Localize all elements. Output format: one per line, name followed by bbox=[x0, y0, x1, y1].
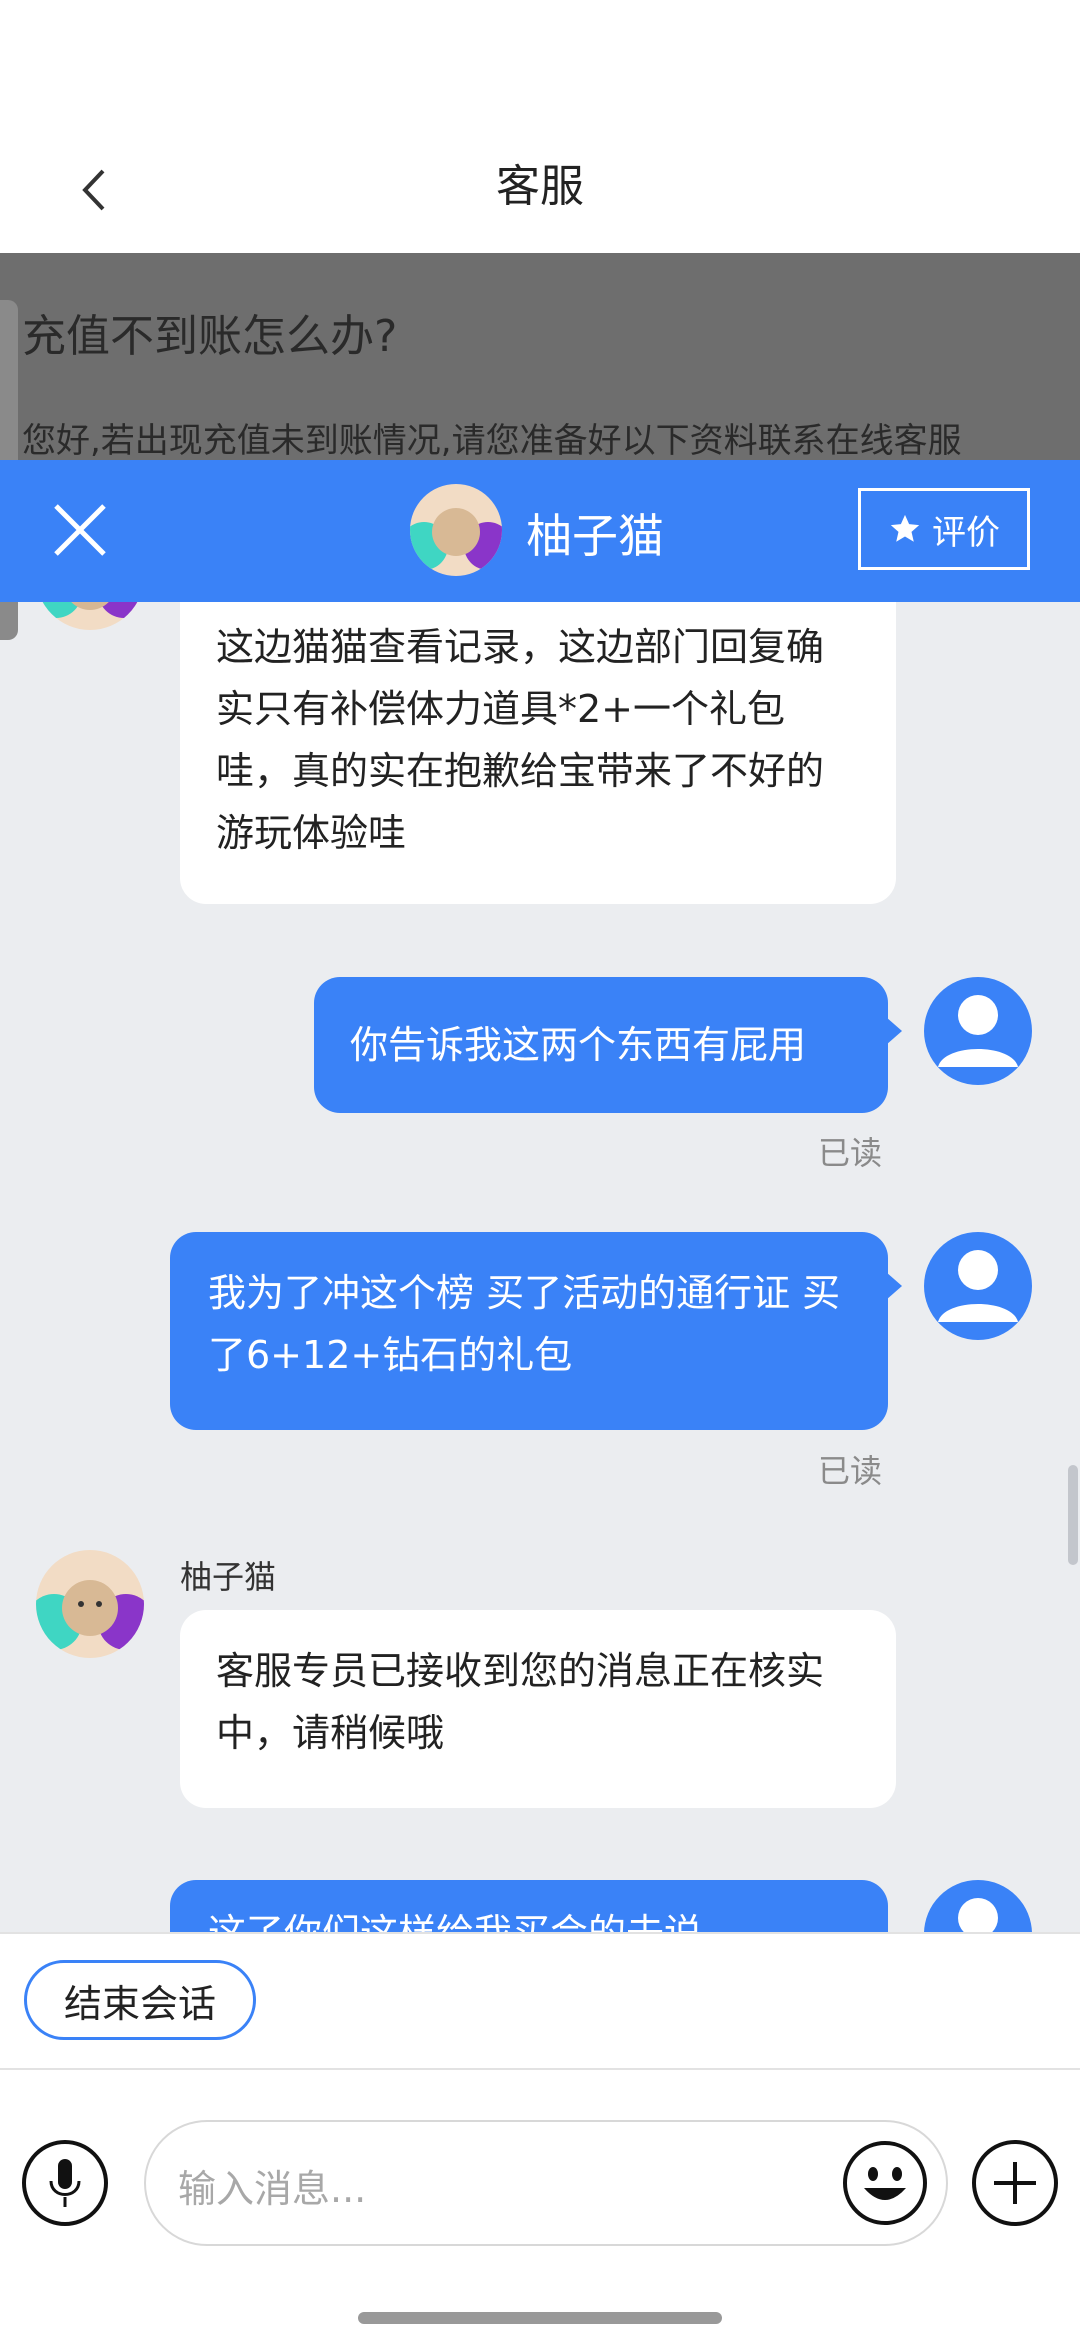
bubble-tail bbox=[886, 1272, 902, 1300]
user-avatar bbox=[924, 1880, 1032, 1932]
agent-avatar bbox=[36, 1550, 144, 1658]
microphone-icon bbox=[49, 2159, 81, 2207]
faq-answer: 您好,若出现充值未到账情况,请您准备好以下资料联系在线客服 bbox=[22, 421, 962, 461]
message-bubble-outgoing: 这了你们这样给我买会的去说 bbox=[170, 1880, 888, 1932]
page-title: 客服 bbox=[496, 161, 584, 212]
home-indicator[interactable] bbox=[358, 2312, 722, 2324]
sender-name: 柚子猫 bbox=[180, 1558, 277, 1596]
message-text: 我为了冲这个榜 买了活动的通行证 买了6+12+钻石的礼包 bbox=[208, 1271, 841, 1377]
rate-label: 评价 bbox=[932, 512, 1000, 553]
message-text: 这了你们这样给我买会的去说 bbox=[208, 1911, 702, 1932]
agent-header-avatar bbox=[410, 484, 502, 576]
close-button[interactable] bbox=[40, 490, 120, 570]
cat-avatar-icon bbox=[410, 484, 502, 576]
agent-name: 柚子猫 bbox=[526, 509, 664, 563]
chat-area: 这边猫猫查看记录，这边部门回复确实只有补偿体力道具*2+一个礼包哇，真的实在抱歉… bbox=[0, 602, 1080, 1932]
scrollbar-thumb[interactable] bbox=[1068, 1465, 1078, 1565]
message-bubble-incoming: 这边猫猫查看记录，这边部门回复确实只有补偿体力道具*2+一个礼包哇，真的实在抱歉… bbox=[180, 602, 896, 904]
more-button[interactable] bbox=[972, 2140, 1058, 2226]
cat-avatar-icon bbox=[36, 602, 144, 630]
message-text: 你告诉我这两个东西有屁用 bbox=[350, 1023, 807, 1067]
voice-button[interactable] bbox=[22, 2140, 108, 2226]
emoji-icon bbox=[843, 2141, 927, 2225]
rate-button[interactable]: 评价 bbox=[858, 488, 1030, 570]
app-header bbox=[0, 0, 1080, 253]
read-status: 已读 bbox=[818, 1134, 883, 1172]
user-avatar bbox=[924, 977, 1032, 1085]
end-session-button[interactable]: 结束会话 bbox=[24, 1960, 256, 2040]
agent-avatar bbox=[36, 602, 144, 630]
message-bubble-outgoing: 我为了冲这个榜 买了活动的通行证 买了6+12+钻石的礼包 bbox=[170, 1232, 888, 1430]
emoji-button[interactable] bbox=[842, 2140, 928, 2226]
message-bubble-outgoing: 你告诉我这两个东西有屁用 bbox=[314, 977, 888, 1113]
user-avatar bbox=[924, 1232, 1032, 1340]
message-text: 客服专员已接收到您的消息正在核实中，请稍候哦 bbox=[216, 1649, 825, 1755]
user-icon bbox=[938, 995, 1018, 1067]
user-icon bbox=[938, 1250, 1018, 1322]
user-icon bbox=[958, 1898, 998, 1932]
bubble-tail bbox=[886, 1017, 902, 1045]
close-icon bbox=[54, 504, 106, 556]
star-icon bbox=[890, 514, 920, 542]
plus-icon bbox=[994, 2162, 1036, 2204]
cat-avatar-icon bbox=[36, 1550, 144, 1658]
faq-question: 充值不到账怎么办? bbox=[22, 311, 398, 362]
message-text: 这边猫猫查看记录，这边部门回复确实只有补偿体力道具*2+一个礼包哇，真的实在抱歉… bbox=[216, 625, 825, 855]
message-bubble-incoming: 客服专员已接收到您的消息正在核实中，请稍候哦 bbox=[180, 1610, 896, 1808]
message-input-placeholder: 输入消息... bbox=[178, 2167, 367, 2211]
read-status: 已读 bbox=[818, 1452, 883, 1490]
